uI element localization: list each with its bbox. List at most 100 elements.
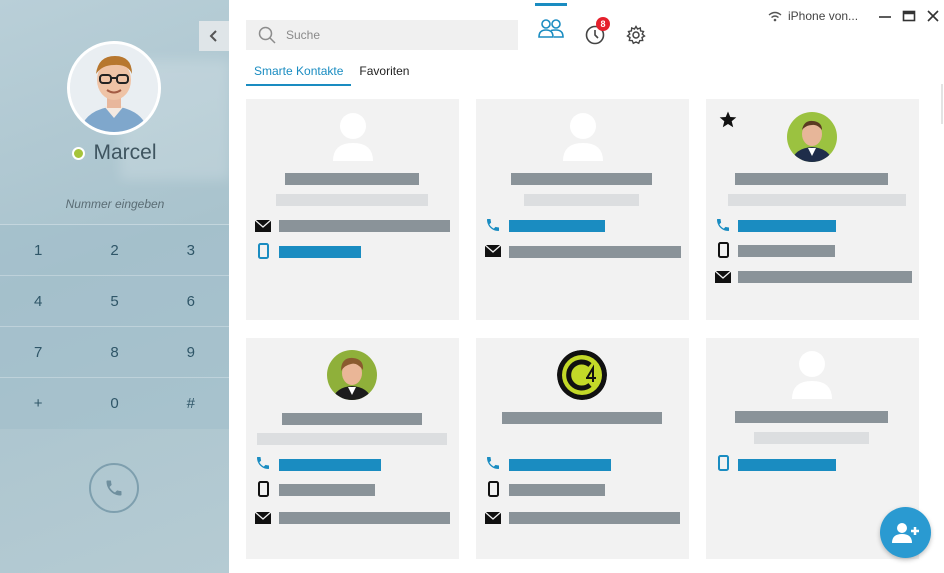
contact-email-placeholder[interactable] (738, 271, 912, 283)
add-contact-button[interactable] (880, 507, 931, 558)
contact-phone-placeholder[interactable] (279, 459, 381, 471)
online-status-indicator (72, 146, 86, 160)
contact-company-placeholder (728, 194, 906, 206)
dialer-panel: Marcel 1 2 3 4 5 6 7 8 9 + 0 # (0, 0, 229, 573)
contact-company-placeholder (754, 432, 869, 444)
phone-icon (485, 455, 501, 471)
phone-icon (106, 480, 122, 496)
keypad-row: 7 8 9 (0, 327, 229, 378)
contact-card[interactable] (476, 338, 689, 559)
contact-email-placeholder[interactable] (279, 512, 450, 524)
contact-name-placeholder (735, 411, 888, 423)
contact-photo (787, 112, 837, 162)
contact-company-placeholder (257, 433, 447, 445)
search-input[interactable] (286, 28, 506, 42)
contact-name-placeholder (282, 413, 422, 425)
contact-card[interactable] (246, 99, 459, 320)
avatar-placeholder-icon (792, 351, 832, 399)
key-3[interactable]: 3 (153, 225, 229, 275)
user-status-row: Marcel (0, 141, 229, 165)
key-0[interactable]: 0 (76, 378, 152, 429)
tab-favorites[interactable]: Favoriten (351, 60, 417, 86)
search-icon (258, 26, 276, 44)
minimize-icon (879, 16, 891, 18)
keypad-row: + 0 # (0, 378, 229, 429)
contact-email-placeholder[interactable] (279, 220, 450, 232)
contact-company-placeholder (276, 194, 428, 206)
user-name: Marcel (93, 141, 157, 164)
history-button[interactable]: 8 (579, 17, 611, 52)
contact-name-placeholder (735, 173, 888, 185)
mobile-icon (255, 481, 271, 497)
mobile-icon (715, 242, 731, 258)
chevron-left-icon (209, 30, 217, 42)
tab-smart-contacts[interactable]: Smarte Kontakte (246, 60, 352, 86)
contact-mobile-placeholder[interactable] (738, 459, 836, 471)
contact-card[interactable] (706, 99, 919, 320)
settings-button[interactable] (620, 18, 652, 52)
add-contact-icon (891, 522, 919, 543)
history-badge: 8 (596, 17, 610, 31)
maximize-button[interactable] (900, 7, 918, 25)
close-icon (927, 10, 939, 22)
contact-company-placeholder (524, 194, 639, 206)
wifi-icon (768, 11, 782, 21)
email-icon (485, 243, 501, 259)
contact-mobile-placeholder[interactable] (509, 484, 605, 496)
contact-mobile-placeholder[interactable] (738, 245, 835, 257)
key-1[interactable]: 1 (0, 225, 76, 275)
search-box (246, 20, 518, 50)
contact-mobile-placeholder[interactable] (279, 246, 361, 258)
contact-tabs: Smarte Kontakte Favoriten (246, 60, 417, 86)
key-8[interactable]: 8 (76, 327, 152, 377)
contact-mobile-placeholder[interactable] (279, 484, 375, 496)
star-icon[interactable] (719, 111, 737, 128)
contact-card[interactable] (246, 338, 459, 559)
collapse-panel-button[interactable] (199, 21, 229, 51)
avatar-placeholder-icon (563, 113, 603, 161)
contact-phone-placeholder[interactable] (509, 459, 611, 471)
contact-phone-placeholder[interactable] (738, 220, 836, 232)
contacts-icon (538, 18, 564, 38)
key-7[interactable]: 7 (0, 327, 76, 377)
email-icon (255, 218, 271, 234)
scrollbar-edge (941, 84, 943, 124)
user-avatar[interactable] (67, 41, 161, 135)
mobile-icon (715, 455, 731, 471)
key-9[interactable]: 9 (153, 327, 229, 377)
maximize-icon (902, 10, 916, 22)
key-2[interactable]: 2 (76, 225, 152, 275)
contact-name-placeholder (502, 412, 662, 424)
device-label: iPhone von... (788, 9, 859, 23)
device-connection[interactable]: iPhone von... (768, 9, 858, 23)
email-icon (485, 510, 501, 526)
key-6[interactable]: 6 (153, 276, 229, 326)
contact-email-placeholder[interactable] (509, 246, 681, 258)
keypad-row: 1 2 3 (0, 225, 229, 276)
phone-icon (485, 217, 501, 233)
keypad-row: 4 5 6 (0, 276, 229, 327)
mobile-icon (255, 243, 271, 259)
contact-card[interactable] (476, 99, 689, 320)
email-icon (715, 269, 731, 285)
call-button[interactable] (89, 463, 139, 513)
gear-icon (626, 25, 646, 45)
key-hash[interactable]: # (153, 378, 229, 429)
close-button[interactable] (924, 7, 942, 25)
contact-photo (327, 350, 377, 400)
contact-name-placeholder (285, 173, 419, 185)
contact-email-placeholder[interactable] (509, 512, 680, 524)
key-5[interactable]: 5 (76, 276, 152, 326)
phone-number-input[interactable] (20, 193, 210, 215)
key-4[interactable]: 4 (0, 276, 76, 326)
contact-phone-placeholder[interactable] (509, 220, 605, 232)
contacts-view-button[interactable] (535, 3, 567, 49)
key-plus[interactable]: + (0, 378, 76, 429)
minimize-button[interactable] (876, 7, 894, 25)
contact-name-placeholder (511, 173, 652, 185)
contact-logo (557, 350, 607, 400)
phone-icon (715, 217, 731, 233)
avatar-placeholder-icon (333, 113, 373, 161)
phone-icon (255, 455, 271, 471)
mobile-icon (485, 481, 501, 497)
